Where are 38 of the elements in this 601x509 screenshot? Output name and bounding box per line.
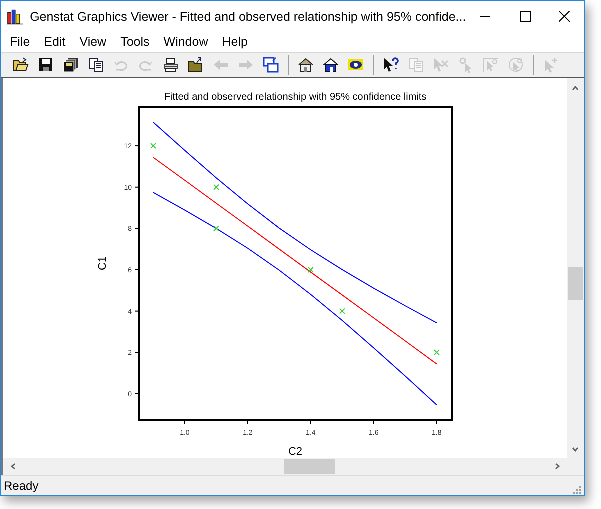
tick-mark xyxy=(134,187,140,188)
bar-chart-icon xyxy=(7,8,24,26)
horizontal-scrollbar[interactable] xyxy=(1,458,584,476)
tick-mark xyxy=(310,420,312,425)
data-point-marker xyxy=(150,143,156,150)
chart-title: Fitted and observed relationship with 95% confidence limits xyxy=(164,92,427,104)
data-point-marker xyxy=(434,350,440,356)
data-point-marker xyxy=(308,267,314,274)
left-chevron-icon[interactable] xyxy=(9,462,18,472)
data-point-marker xyxy=(213,226,220,232)
menu-item[interactable]: Tools xyxy=(114,34,157,50)
status-text: Ready xyxy=(4,478,39,493)
tick-mark xyxy=(436,420,438,425)
menu-item[interactable]: View xyxy=(72,34,114,50)
tick-mark xyxy=(134,146,140,147)
tick-mark xyxy=(134,311,140,312)
down-chevron-icon[interactable] xyxy=(571,445,580,454)
y-axis-label: C1 xyxy=(97,256,109,271)
scrollbar-thumb[interactable] xyxy=(284,459,335,474)
tick-mark xyxy=(134,394,140,395)
menu-item[interactable]: Edit xyxy=(37,34,73,50)
window-title: Genstat Graphics Viewer - Fitted and observed relationship with 95% confide... xyxy=(30,10,466,24)
scrollbar-thumb[interactable] xyxy=(568,267,583,300)
x-axis-label: C2 xyxy=(288,446,303,458)
data-point-marker xyxy=(213,184,220,191)
tick-mark xyxy=(247,420,248,425)
data-point-marker xyxy=(339,308,346,315)
resize-grip-icon xyxy=(571,484,581,494)
tick-mark xyxy=(134,228,140,230)
menu-item[interactable]: Window xyxy=(156,34,216,50)
tick-mark xyxy=(373,420,374,425)
menu-item[interactable]: File xyxy=(3,34,38,50)
right-chevron-icon[interactable] xyxy=(553,462,562,472)
menu-item[interactable]: Help xyxy=(215,34,255,50)
tick-mark xyxy=(134,270,140,271)
tick-mark xyxy=(134,352,140,354)
tick-mark xyxy=(184,420,186,425)
vertical-scrollbar[interactable] xyxy=(567,78,584,458)
